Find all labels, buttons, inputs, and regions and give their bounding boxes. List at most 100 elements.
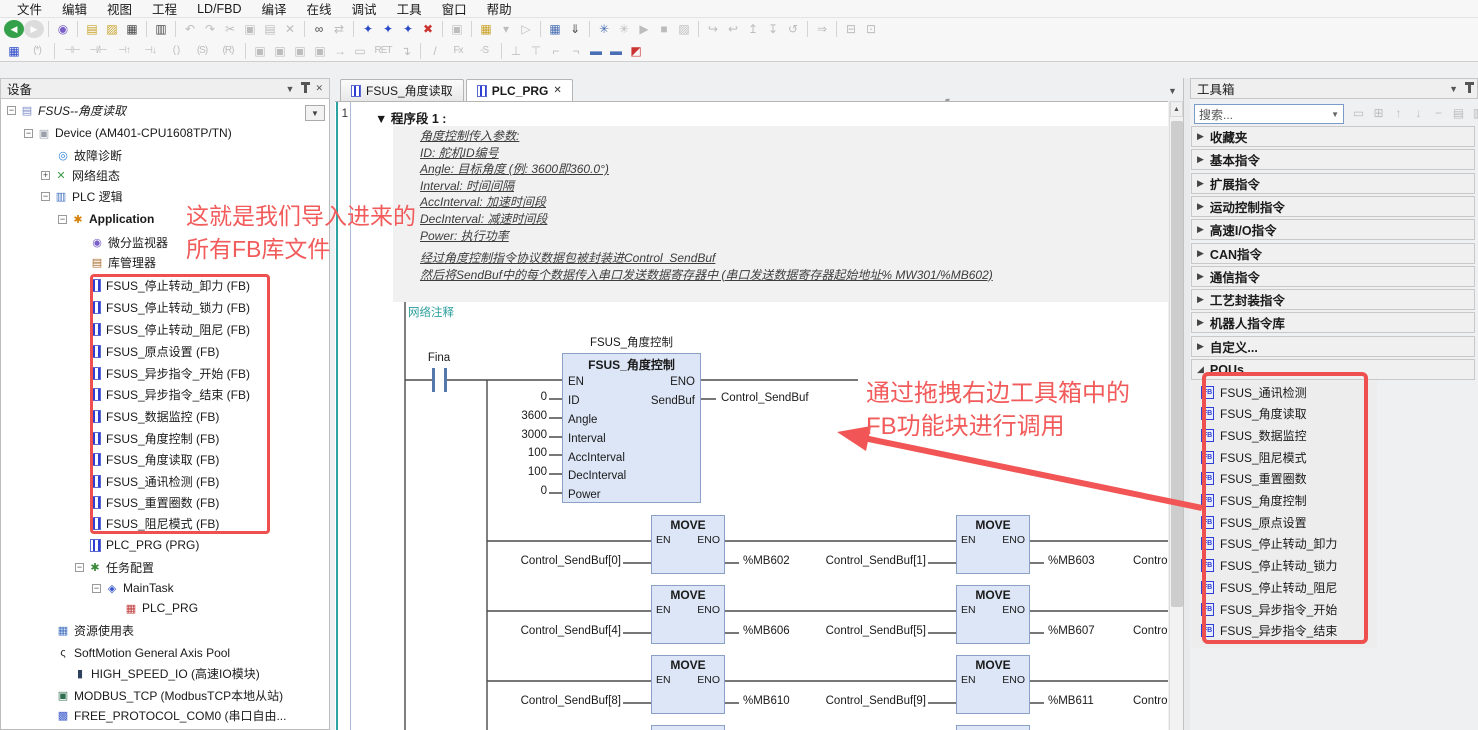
tree-item-maintask[interactable]: −◈MainTask <box>92 578 174 598</box>
pou-item-5[interactable]: FBFSUS_角度控制 <box>1201 491 1307 511</box>
tree-item-fb-19[interactable]: FSUS_阻尼模式 (FB) <box>75 513 219 533</box>
toolbox-dropdown-icon[interactable]: ▼ <box>1449 84 1458 94</box>
toolbox-section-6[interactable]: ▶通信指令 <box>1191 266 1475 287</box>
insert-box-en-button[interactable]: ▣ <box>270 41 290 61</box>
new-file-button[interactable]: ▤ <box>82 19 102 39</box>
menu-item-5[interactable]: 编译 <box>253 0 296 19</box>
pou-item-0[interactable]: FBFSUS_通讯检测 <box>1201 382 1307 402</box>
toolbox-section-4[interactable]: ▶高速I/O指令 <box>1191 219 1475 240</box>
collapse-expander-icon[interactable]: − <box>92 584 101 593</box>
move-up-button[interactable]: ↑ <box>1390 104 1407 122</box>
grid-button[interactable]: ▦ <box>476 19 496 39</box>
tree-item-fb-8[interactable]: FSUS_停止转动_卸力 (FB) <box>75 275 250 295</box>
reset-coil-button[interactable]: (R) <box>215 41 241 61</box>
tree-item-net[interactable]: +✕网络组态 <box>41 165 120 185</box>
contact-variable-label[interactable]: Fina <box>415 352 463 364</box>
duplicate-button[interactable]: ▣ <box>447 19 467 39</box>
stop-button[interactable]: ■ <box>654 19 674 39</box>
forward-button[interactable]: ▶ <box>24 20 44 38</box>
tree-item-fb-13[interactable]: FSUS_异步指令_结束 (FB) <box>75 384 250 404</box>
move-block[interactable]: MOVEENENO <box>651 655 725 714</box>
insert-operator-box-button[interactable]: ▣ <box>310 41 330 61</box>
replace-button[interactable]: ⇄ <box>329 19 349 39</box>
ld-pointer-button[interactable]: ✦ <box>358 19 378 39</box>
tab-PLC_PRG[interactable]: PLC_PRG✕ <box>466 79 573 101</box>
paste-doc-button[interactable]: ▤ <box>1450 104 1467 122</box>
fb-input-value[interactable]: 100 <box>467 447 547 459</box>
device-tree-combo-button[interactable]: ▼ <box>305 105 325 121</box>
tree-item-proto[interactable]: ▩FREE_PROTOCOL_COM0 (串口自由... <box>41 705 286 725</box>
tree-item-fb-18[interactable]: FSUS_重置圈数 (FB) <box>75 492 219 512</box>
menu-item-10[interactable]: 帮助 <box>478 0 521 19</box>
download-button[interactable]: ⇓ <box>565 19 585 39</box>
fb-output-variable[interactable]: Control_SendBuf <box>721 392 809 404</box>
branch-up-button[interactable]: ⊥ <box>506 41 526 61</box>
menu-item-6[interactable]: 在线 <box>298 0 341 19</box>
collapse-expander-icon[interactable]: − <box>7 106 16 115</box>
grid-dropdown[interactable]: ▾ <box>496 19 516 39</box>
pou-item-6[interactable]: FBFSUS_原点设置 <box>1201 512 1307 532</box>
view-panel-1-button[interactable]: ▬ <box>586 41 606 61</box>
rising-edge-contact-button[interactable]: ⊣↑ <box>111 41 137 61</box>
tree-item-restable[interactable]: ▦资源使用表 <box>41 620 134 640</box>
tree-item-fb-14[interactable]: FSUS_数据监控 (FB) <box>75 406 219 426</box>
toolbox-section-1[interactable]: ▶基本指令 <box>1191 149 1475 170</box>
tree-item-axis[interactable]: ςSoftMotion General Axis Pool <box>41 643 230 663</box>
move-input-variable[interactable]: Control_SendBuf[5] <box>790 625 926 637</box>
step-into-button[interactable]: ↩ <box>723 19 743 39</box>
print-button[interactable]: ▥ <box>151 19 171 39</box>
open-button[interactable]: ▨ <box>102 19 122 39</box>
insert-label-button[interactable]: ▭ <box>350 41 370 61</box>
insert-return-button[interactable]: RET <box>370 41 396 61</box>
ld-delete-button[interactable]: ✖ <box>418 19 438 39</box>
remove-button[interactable]: − <box>1430 104 1447 122</box>
tab-list-dropdown-icon[interactable]: ▼ <box>1168 86 1177 96</box>
branch-open-button[interactable]: ⌐ <box>546 41 566 61</box>
menu-item-0[interactable]: 文件 <box>8 0 51 19</box>
pou-item-8[interactable]: FBFSUS_停止转动_锁力 <box>1201 556 1337 576</box>
move-input-variable[interactable]: Control_SendBuf[1] <box>790 555 926 567</box>
step-out-button[interactable]: ↥ <box>743 19 763 39</box>
fb-input-value[interactable]: 3600 <box>467 410 547 422</box>
move-block-clipped[interactable] <box>651 725 725 730</box>
move-block[interactable]: MOVEENENO <box>956 585 1030 644</box>
move-input-variable[interactable]: Control_SendBuf[4] <box>485 625 621 637</box>
trace-monitor-button[interactable]: ◉ <box>53 19 73 39</box>
build-button[interactable]: ▦ <box>545 19 565 39</box>
falling-edge-contact-button[interactable]: ⊣↓ <box>137 41 163 61</box>
login-button[interactable]: ✳ <box>594 19 614 39</box>
goto-button[interactable]: ⇒ <box>812 19 832 39</box>
tree-item-fb-12[interactable]: FSUS_异步指令_开始 (FB) <box>75 363 250 383</box>
tree-item-fb-17[interactable]: FSUS_通讯检测 (FB) <box>75 471 219 491</box>
pou-item-9[interactable]: FBFSUS_停止转动_阻尼 <box>1201 577 1337 597</box>
move-input-variable[interactable]: Control_SendBuf[8] <box>485 695 621 707</box>
pou-item-4[interactable]: FBFSUS_重置圈数 <box>1201 469 1307 489</box>
tree-item-app[interactable]: −✱Application <box>58 209 154 229</box>
contact-bar-icon[interactable] <box>432 368 435 392</box>
ld-add-output-button[interactable]: ✦ <box>398 19 418 39</box>
fb-input-value[interactable]: 0 <box>467 485 547 497</box>
move-input-variable[interactable]: Control_SendBuf[9] <box>790 695 926 707</box>
move-block[interactable]: MOVEENENO <box>651 585 725 644</box>
toolbox-pin-icon[interactable] <box>1468 85 1471 93</box>
tree-item-task[interactable]: −✱任务配置 <box>75 557 154 577</box>
view-panel-2-button[interactable]: ▬ <box>606 41 626 61</box>
move-down-button[interactable]: ↓ <box>1410 104 1427 122</box>
insert-empty-box-button[interactable]: ▣ <box>290 41 310 61</box>
folder-button[interactable]: ▭ <box>1350 104 1367 122</box>
delete-button[interactable]: ✕ <box>280 19 300 39</box>
contact-button[interactable]: ⊣⊢ <box>59 41 85 61</box>
tree-item-watch[interactable]: ◉微分监视器 <box>75 232 168 252</box>
toolbox-section-5[interactable]: ▶CAN指令 <box>1191 243 1475 264</box>
menu-item-7[interactable]: 调试 <box>343 0 386 19</box>
tree-item-device[interactable]: −▣Device (AM401-CPU1608TP/TN) <box>24 123 232 143</box>
edge-detection-button[interactable]: Fx <box>445 41 471 61</box>
tree-item-fb-15[interactable]: FSUS_角度控制 (FB) <box>75 428 219 448</box>
tree-item-fb-20[interactable]: PLC_PRG (PRG) <box>75 535 199 555</box>
tree-item-plc[interactable]: −▥PLC 逻辑 <box>41 186 123 206</box>
menu-item-4[interactable]: LD/FBD <box>188 1 250 17</box>
set-coil-button[interactable]: (S) <box>189 41 215 61</box>
tree-item-prgref[interactable]: ▦PLC_PRG <box>109 598 198 618</box>
comment-button[interactable]: (*) <box>24 41 50 61</box>
negated-contact-button[interactable]: ⊣/⊢ <box>85 41 111 61</box>
